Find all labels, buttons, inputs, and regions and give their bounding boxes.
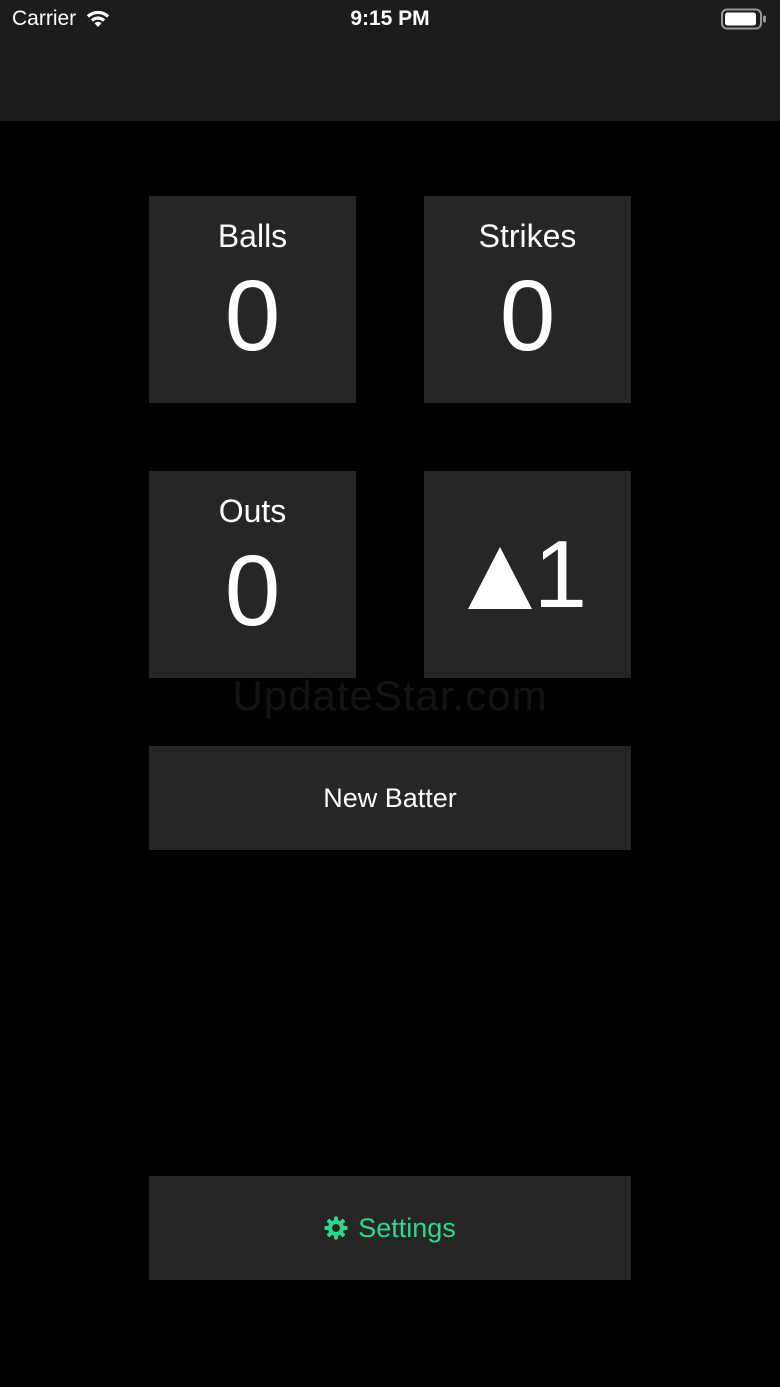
new-batter-button[interactable]: New Batter xyxy=(149,746,631,850)
outs-counter-button[interactable]: Outs 0 xyxy=(149,471,356,678)
outs-label: Outs xyxy=(218,493,287,529)
settings-button[interactable]: Settings xyxy=(149,1176,631,1280)
watermark-text: UpdateStar.com xyxy=(232,672,548,719)
status-time: 9:15 PM xyxy=(350,7,430,30)
strikes-label: Strikes xyxy=(478,218,577,254)
balls-label: Balls xyxy=(217,218,288,254)
strikes-value: 0 xyxy=(499,260,556,372)
inning-counter-button[interactable]: 1 xyxy=(424,471,631,678)
outs-value: 0 xyxy=(224,535,281,647)
balls-counter-button[interactable]: Balls 0 xyxy=(149,196,356,403)
inning-value: 1 xyxy=(533,520,588,628)
gear-icon xyxy=(324,1216,348,1240)
balls-value: 0 xyxy=(224,260,281,372)
status-and-nav-bar: Carrier 9:15 PM xyxy=(0,0,780,121)
inning-display: 1 xyxy=(424,471,631,678)
scorekeeper-screen: Carrier 9:15 PM UpdateStar.com Balls 0 S… xyxy=(0,0,780,1387)
battery-icon xyxy=(721,8,766,30)
settings-label: Settings xyxy=(358,1212,456,1243)
new-batter-label: New Batter xyxy=(323,782,457,813)
up-triangle-icon xyxy=(467,546,532,609)
strikes-counter-button[interactable]: Strikes 0 xyxy=(424,196,631,403)
